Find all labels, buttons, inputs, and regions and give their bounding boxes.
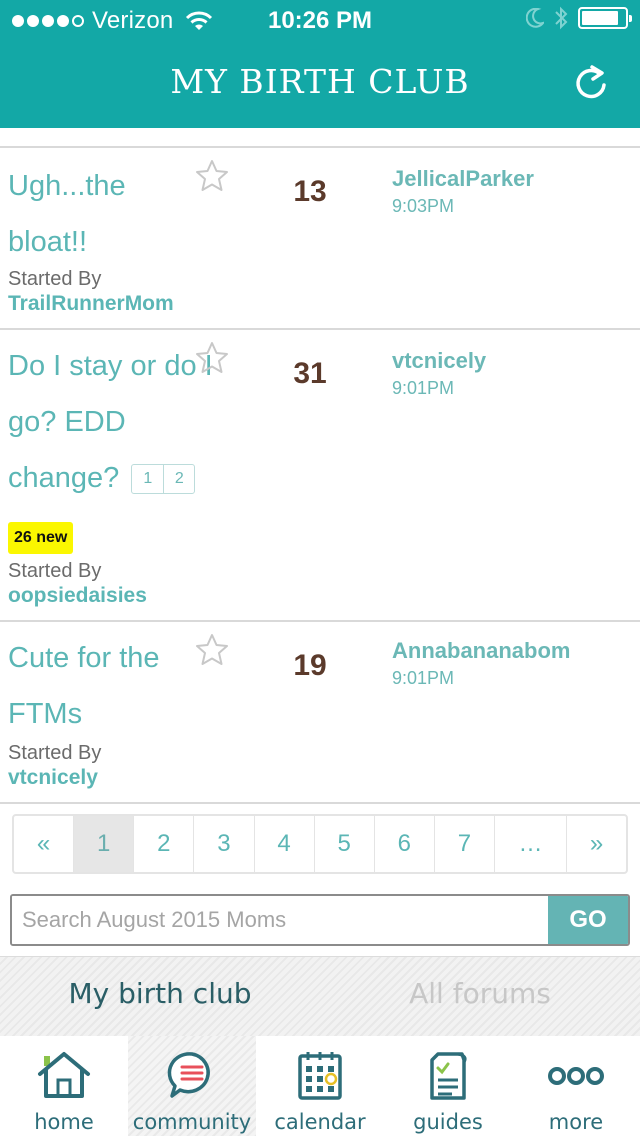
page-title: MY BIRTH CLUB	[170, 62, 470, 101]
pagination-page-5[interactable]: 5	[313, 816, 374, 872]
starter-username[interactable]: TrailRunnerMom	[8, 292, 174, 316]
status-right	[526, 6, 632, 30]
nav-more[interactable]: more	[512, 1036, 640, 1136]
thread-page-link[interactable]: 1	[132, 465, 163, 493]
pagination-page-1[interactable]: 1	[73, 816, 134, 872]
thread-title[interactable]: Ugh...the bloat!!	[8, 158, 198, 270]
search-bar: GO	[10, 894, 630, 946]
pagination-page-4[interactable]: 4	[253, 816, 314, 872]
pagination-page-6[interactable]: 6	[373, 816, 434, 872]
reply-count: 13	[293, 175, 327, 208]
more-icon	[548, 1067, 604, 1085]
pagination-ellipsis[interactable]: …	[494, 816, 566, 872]
starter-username[interactable]: vtcnicely	[8, 766, 98, 790]
nav-calendar-label: calendar	[274, 1110, 366, 1134]
thread-title[interactable]: Cute for the FTMs	[8, 630, 198, 742]
last-post-time: 9:03PM	[392, 196, 455, 216]
bluetooth-icon	[555, 6, 568, 30]
nav-more-label: more	[548, 1110, 604, 1134]
last-post-user[interactable]: vtcnicely	[392, 348, 486, 374]
pagination-prev[interactable]: «	[14, 816, 73, 872]
started-by-label: Started By	[8, 560, 102, 582]
pagination-page-7[interactable]: 7	[433, 816, 494, 872]
star-icon[interactable]	[194, 632, 230, 668]
app-header: Verizon 10:26 PM MY BIRTH CLUB	[0, 0, 640, 128]
pagination-next[interactable]: »	[565, 816, 626, 872]
nav-guides-label: guides	[413, 1110, 483, 1134]
reply-count: 31	[293, 357, 327, 390]
search-input[interactable]	[12, 896, 548, 944]
starter-username[interactable]: oopsiedaisies	[8, 584, 147, 608]
thread-page-links: 12	[131, 464, 196, 495]
started-by-label: Started By	[8, 742, 102, 764]
bottom-nav: home community calendar guides more	[0, 1036, 640, 1136]
battery-icon	[578, 7, 632, 29]
started-by-label: Started By	[8, 268, 102, 290]
nav-home-label: home	[34, 1110, 94, 1134]
home-icon	[38, 1052, 90, 1098]
forum-tabs: My birth club All forums	[0, 956, 640, 1036]
star-icon[interactable]	[194, 340, 230, 376]
nav-home[interactable]: home	[0, 1036, 128, 1136]
thread-row[interactable]: Cute for the FTMs 19 Annabananabom 9:01P…	[0, 622, 640, 804]
new-posts-badge[interactable]: 26 new	[8, 522, 74, 554]
nav-community-label: community	[132, 1110, 252, 1134]
pagination-page-3[interactable]: 3	[193, 816, 253, 872]
tab-my-birth-club[interactable]: My birth club	[0, 977, 320, 1010]
nav-calendar[interactable]: calendar	[256, 1036, 384, 1136]
tab-all-forums[interactable]: All forums	[320, 977, 640, 1010]
pagination-page-2[interactable]: 2	[133, 816, 193, 872]
calendar-icon	[298, 1052, 342, 1100]
status-bar: Verizon 10:26 PM	[0, 0, 640, 40]
thread-row[interactable]: Ugh...the bloat!! 13 JellicalParker 9:03…	[0, 148, 640, 330]
thread-page-link[interactable]: 2	[163, 465, 194, 494]
guides-icon	[430, 1052, 467, 1100]
thread-list: Ugh...the bloat!! 13 JellicalParker 9:03…	[0, 146, 640, 804]
thread-row[interactable]: Do I stay or do I go? EDD change? 1 2 31 v…	[0, 330, 640, 622]
last-post-user[interactable]: Annabananabom	[392, 638, 570, 664]
nav-guides[interactable]: guides	[384, 1036, 512, 1136]
last-post-user[interactable]: JellicalParker	[392, 166, 534, 192]
search-go-button[interactable]: GO	[548, 896, 628, 944]
reply-count: 19	[293, 649, 327, 682]
community-icon	[167, 1052, 210, 1098]
last-post-time: 9:01PM	[392, 378, 455, 398]
refresh-icon[interactable]	[572, 64, 612, 104]
pagination: « 1 2 3 4 5 6 7 … »	[12, 814, 628, 874]
nav-community[interactable]: community	[128, 1036, 256, 1136]
star-icon[interactable]	[194, 158, 230, 194]
moon-icon	[526, 8, 544, 28]
last-post-time: 9:01PM	[392, 668, 455, 688]
